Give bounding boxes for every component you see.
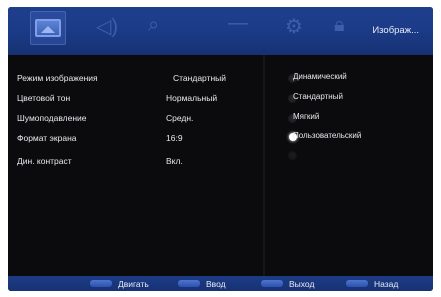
option-item[interactable]: Динамический <box>293 72 347 81</box>
tab-time-icon[interactable]: — <box>228 12 248 35</box>
setting-label: Шумоподавление <box>17 113 87 123</box>
setting-value: Средн. <box>166 113 194 123</box>
menu-tab-bar: ◁) ⌕ — ⚙ 🔒︎ Изображ... <box>8 7 433 55</box>
hint-label: Ввод <box>206 278 226 289</box>
tab-sound-icon[interactable]: ◁) <box>96 14 118 39</box>
setting-value: Стандартный <box>173 73 227 83</box>
hint-label: Двигать <box>118 278 149 289</box>
tab-settings-icon[interactable]: ⚙ <box>285 14 303 39</box>
setting-value: Нормальный <box>166 93 218 103</box>
setting-value: 16:9 <box>166 133 183 143</box>
setting-label: Режим изображения <box>17 73 98 83</box>
tab-lock-icon[interactable]: 🔒︎ <box>334 14 345 37</box>
move-key-icon <box>90 280 112 287</box>
options-list: Динамический Стандартный Мягкий Пользова… <box>263 55 433 276</box>
option-item[interactable]: Мягкий <box>293 112 319 121</box>
setting-label: Цветовой тон <box>17 93 71 103</box>
hint-move: Двигать <box>90 278 149 289</box>
setting-color-tone[interactable]: Цветовой тон Нормальный <box>8 91 263 109</box>
setting-dynamic-contrast[interactable]: Дин. контраст Вкл. <box>8 154 263 172</box>
tab-picture-icon[interactable] <box>30 11 66 45</box>
menu-section-title: Изображ... <box>372 25 419 36</box>
radio-dot <box>288 151 297 160</box>
hint-bar: Двигать Ввод Выход Назад <box>8 276 433 291</box>
enter-key-icon <box>178 280 200 287</box>
setting-picture-mode[interactable]: Режим изображения Стандартный <box>8 71 263 89</box>
setting-label: Формат экрана <box>17 133 77 143</box>
settings-list: Режим изображения Стандартный Цветовой т… <box>8 55 263 276</box>
option-item[interactable]: Пользовательский <box>293 131 361 140</box>
hint-label: Назад <box>374 278 399 289</box>
setting-aspect-ratio[interactable]: Формат экрана 16:9 <box>8 131 263 149</box>
tab-search-icon[interactable]: ⌕ <box>148 14 159 37</box>
setting-label: Дин. контраст <box>17 156 72 166</box>
hint-enter: Ввод <box>178 278 226 289</box>
hint-label: Выход <box>289 278 315 289</box>
setting-noise-reduction[interactable]: Шумоподавление Средн. <box>8 111 263 129</box>
option-item[interactable]: Стандартный <box>293 92 343 101</box>
setting-value: Вкл. <box>166 156 183 166</box>
hint-exit: Выход <box>261 278 314 289</box>
exit-key-icon <box>261 280 283 287</box>
tv-menu-window: ◁) ⌕ — ⚙ 🔒︎ Изображ... Режим изображения… <box>8 7 433 291</box>
hint-back: Назад <box>346 278 398 289</box>
back-key-icon <box>346 280 368 287</box>
